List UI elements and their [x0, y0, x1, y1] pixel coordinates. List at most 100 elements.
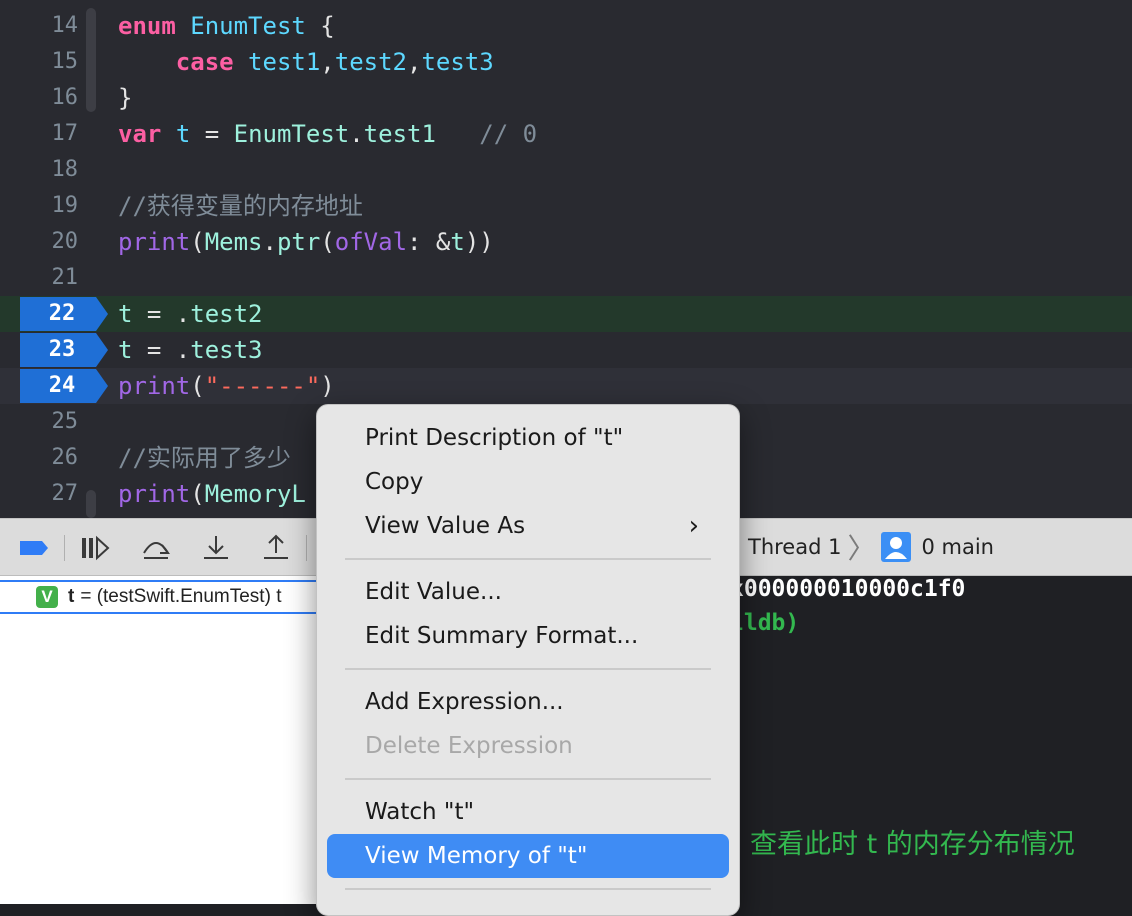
code-token: //实际用了多少	[118, 444, 291, 472]
menu-item-edit-summary-format[interactable]: Edit Summary Format...	[327, 614, 729, 658]
variable-badge-icon: V	[36, 586, 58, 608]
code-text[interactable]: //获得变量的内存地址	[118, 188, 363, 224]
code-text[interactable]: var t = EnumTest.test1 // 0	[118, 116, 537, 152]
code-token: test3	[421, 48, 494, 76]
menu-item-edit-value[interactable]: Edit Value...	[327, 570, 729, 614]
thread-label[interactable]: Thread 1	[748, 535, 841, 559]
variables-view[interactable]: V t = (testSwift.EnumTest) t	[0, 576, 330, 904]
menu-item-label: Watch "t"	[365, 799, 475, 825]
code-token: test1	[248, 48, 321, 76]
code-line[interactable]: 15 case test1,test2,test3	[0, 44, 1132, 80]
code-token: {	[305, 12, 335, 40]
code-line[interactable]: 14 enum EnumTest {	[0, 8, 1132, 44]
menu-item-view-value-as[interactable]: View Value As ›	[327, 504, 729, 548]
menu-item-delete-expression[interactable]: Delete Expression	[327, 724, 729, 768]
code-text[interactable]: t = .test3	[118, 332, 263, 368]
line-number: 14	[51, 13, 79, 38]
code-text[interactable]: }	[118, 80, 132, 116]
code-token: t	[118, 336, 133, 364]
code-token: ,	[320, 48, 335, 76]
toolbar-divider	[64, 535, 65, 561]
submenu-chevron-icon: ›	[688, 511, 699, 541]
code-line[interactable]: 21	[0, 260, 1132, 296]
menu-separator	[345, 888, 711, 890]
code-token: =	[190, 120, 234, 148]
code-token: "------"	[204, 372, 321, 400]
variable-name: t	[68, 586, 75, 607]
line-number: 20	[51, 229, 79, 254]
code-token: ,	[407, 48, 422, 76]
code-token: = .	[132, 336, 191, 364]
line-number: 22	[48, 301, 76, 326]
code-token: }	[118, 84, 133, 112]
line-number: 25	[51, 409, 79, 434]
code-line[interactable]: 17 var t = EnumTest.test1 // 0	[0, 116, 1132, 152]
code-token: print	[118, 228, 191, 256]
code-token: var	[118, 120, 162, 148]
stack-frame-label[interactable]: 0 main	[921, 535, 994, 559]
code-token: ))	[464, 228, 494, 256]
step-over-icon[interactable]	[140, 533, 172, 563]
menu-item-label: Delete Expression	[365, 733, 573, 759]
code-token: t	[175, 120, 191, 148]
code-token: ofVal	[334, 228, 408, 256]
annotation-text: 查看此时 t 的内存分布情况	[750, 829, 1075, 860]
step-into-icon[interactable]	[200, 533, 232, 563]
menu-item-label: View Value As	[365, 513, 526, 539]
variable-row[interactable]: V t = (testSwift.EnumTest) t	[0, 580, 330, 614]
menu-item-copy[interactable]: Copy	[327, 460, 729, 504]
console-output-line: x000000010000c1f0	[730, 576, 966, 602]
code-line[interactable]: 24 print("------")	[0, 368, 1132, 404]
breakpoints-toggle-icon[interactable]	[18, 533, 50, 563]
menu-item-label: Add Expression...	[365, 689, 564, 715]
step-out-icon[interactable]	[260, 533, 292, 563]
variable-value: = (testSwift.EnumTest) t	[80, 586, 282, 607]
code-line[interactable]: 22 t = .test2	[0, 296, 1132, 332]
console-prompt-line: lldb)	[730, 610, 800, 636]
code-token: MemoryL	[204, 480, 306, 508]
line-number: 18	[51, 157, 79, 182]
continue-icon[interactable]	[78, 533, 110, 563]
code-text[interactable]: enum EnumTest {	[118, 8, 335, 44]
code-token: test2	[334, 48, 407, 76]
menu-item-label: View Memory of "t"	[365, 843, 588, 869]
menu-item-add-expression[interactable]: Add Expression...	[327, 680, 729, 724]
menu-item-label: Copy	[365, 469, 424, 495]
code-token: : &	[407, 228, 451, 256]
user-frame-icon	[881, 532, 912, 562]
code-text[interactable]: print("------")	[118, 368, 335, 404]
code-token: .	[262, 228, 277, 256]
code-text[interactable]: print(Mems.ptr(ofVal: &t))	[118, 224, 494, 260]
code-text[interactable]: t = .test2	[118, 296, 263, 332]
menu-item-view-memory-of-t[interactable]: View Memory of "t"	[327, 834, 729, 878]
code-token: .	[349, 120, 364, 148]
code-token: (	[190, 228, 205, 256]
code-text[interactable]: //实际用了多少	[118, 440, 291, 476]
code-token: (	[320, 228, 335, 256]
code-text[interactable]: case test1,test2,test3	[118, 44, 494, 80]
code-token: t	[118, 300, 133, 328]
code-line[interactable]: 19 //获得变量的内存地址	[0, 188, 1132, 224]
breakpoint-marker[interactable]: 24	[20, 369, 108, 403]
code-line[interactable]: 18	[0, 152, 1132, 188]
code-line[interactable]: 23 t = .test3	[0, 332, 1132, 368]
code-token: EnumTest	[233, 120, 350, 148]
line-number: 24	[48, 373, 76, 398]
line-number: 23	[48, 337, 76, 362]
breakpoint-marker[interactable]: 23	[20, 333, 108, 367]
menu-item-print-description-of-t[interactable]: Print Description of "t"	[327, 416, 729, 460]
code-line[interactable]: 16}	[0, 80, 1132, 116]
menu-item-watch-t[interactable]: Watch "t"	[327, 790, 729, 834]
toolbar-divider	[306, 535, 307, 561]
context-menu[interactable]: Print Description of "t" Copy View Value A…	[316, 404, 740, 916]
code-token: )	[320, 372, 335, 400]
code-token: print	[118, 480, 191, 508]
code-token: test3	[190, 336, 263, 364]
breadcrumb-chevron-icon: 〉	[847, 532, 876, 565]
thread-breadcrumb[interactable]: Thread 1 〉 0 main	[718, 519, 994, 575]
breakpoint-marker[interactable]: 22	[20, 297, 108, 331]
code-line[interactable]: 20 print(Mems.ptr(ofVal: &t))	[0, 224, 1132, 260]
